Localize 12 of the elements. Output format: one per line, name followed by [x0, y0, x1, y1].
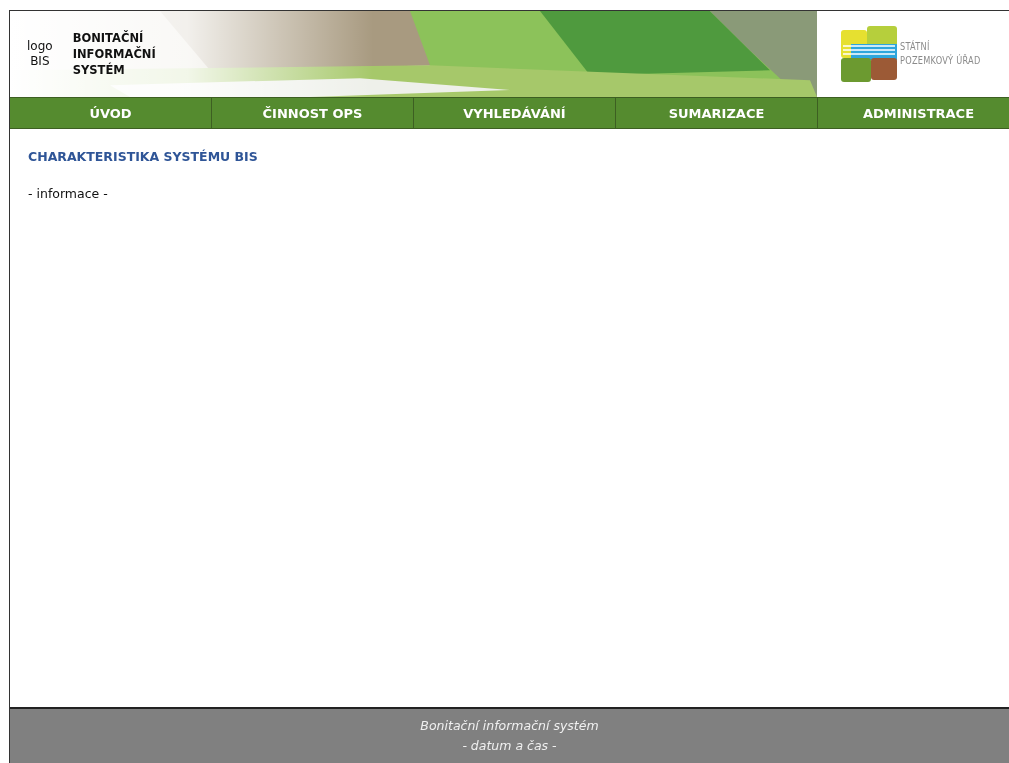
nav-link[interactable]: ÚVOD — [10, 98, 212, 128]
footer-text: - datum a čas - — [462, 737, 557, 755]
system-name: BONITAČNÍ INFORMAČNÍ SYSTÉM — [72, 30, 156, 78]
agency-name: STÁTNÍ POZEMKOVÝ ÚŘAD — [900, 40, 981, 68]
nav-link[interactable]: ADMINISTRACE — [818, 98, 1009, 128]
logo-text: logo BIS — [27, 39, 53, 69]
nav-link[interactable]: ČINNOST OPS — [212, 98, 414, 128]
footer-text: Bonitační informační systém — [420, 717, 599, 735]
nav-link[interactable]: VYHLEDÁVÁNÍ — [414, 98, 616, 128]
info-text: - informace - — [28, 186, 109, 201]
page-heading: CHARAKTERISTIKA SYSTÉMU BIS — [28, 149, 259, 164]
nav-link[interactable]: SUMARIZACE — [616, 98, 818, 128]
